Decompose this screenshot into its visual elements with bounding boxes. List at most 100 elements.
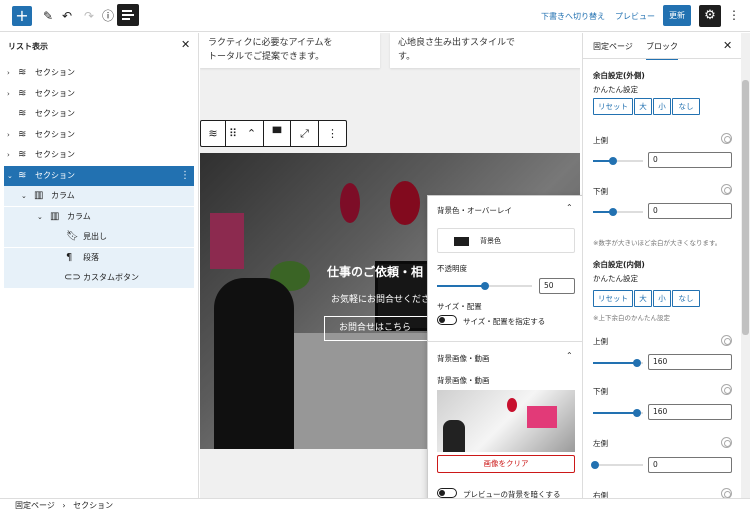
update-button[interactable]: 更新 [663, 5, 691, 26]
left-slider[interactable] [591, 461, 643, 469]
background-color-button[interactable]: 背景色 [437, 228, 575, 253]
list-item[interactable]: › ≋ セクション [4, 145, 194, 165]
inner-bottom-slider[interactable] [593, 409, 643, 417]
chevron-down-icon[interactable]: ⌄ [37, 207, 43, 227]
outer-bottom-slider[interactable] [593, 208, 643, 216]
background-image-thumbnail[interactable] [437, 390, 575, 452]
breadcrumb: 固定ページ › セクション [0, 498, 750, 513]
chevron-up-icon[interactable]: ⌃ [566, 203, 573, 212]
scrollbar-thumb[interactable] [742, 80, 749, 335]
reset-icon[interactable] [721, 184, 732, 195]
fullscreen-icon[interactable]: ⤢ [291, 121, 319, 146]
contact-button[interactable]: お問合せはこちら [324, 316, 434, 341]
left-input[interactable]: 0 [648, 457, 732, 473]
list-item[interactable]: ≋ セクション [4, 104, 194, 124]
slider-fill [437, 285, 485, 287]
list-view-toggle-button[interactable] [117, 4, 139, 26]
list-item[interactable]: 🔖︎ 見出し [4, 227, 194, 247]
inner-easy-label: かんたん設定 [593, 274, 638, 283]
block-toolbar: ≋ ⠿ ⌃ ▀ ⤢ ⋮ [200, 120, 347, 147]
feature-card[interactable]: 心地良さ生み出すスタイルで す。 [390, 33, 580, 68]
opacity-slider[interactable] [437, 282, 532, 290]
drag-handle-icon[interactable]: ⠿ [226, 121, 240, 146]
settings-gear-icon[interactable]: ⚙ [699, 5, 721, 27]
inner-bottom-label: 下側 [593, 387, 608, 396]
none-button[interactable]: なし [672, 98, 700, 115]
columns-icon: ▥ [34, 190, 44, 201]
reset-icon[interactable] [721, 133, 732, 144]
pencil-icon[interactable]: ✎ [39, 7, 57, 25]
close-icon[interactable]: ✕ [723, 39, 732, 52]
size-position-label: サイズ・配置 [437, 302, 482, 311]
inner-bottom-input[interactable]: 160 [648, 404, 732, 420]
chevron-right-icon[interactable]: › [7, 63, 10, 83]
chevron-down-icon[interactable]: ⌄ [21, 186, 27, 206]
chevron-right-icon[interactable]: › [7, 145, 10, 165]
reset-icon[interactable] [721, 384, 732, 395]
left-label: 左側 [593, 439, 608, 448]
chevron-down-icon[interactable]: ⌄ [7, 166, 13, 186]
list-item-selected[interactable]: ⌄ ≋ セクション ⋮ [4, 166, 194, 186]
list-item[interactable]: ¶ 段落 [4, 248, 194, 268]
stack-icon: ≋ [18, 108, 27, 119]
none-button[interactable]: なし [672, 290, 700, 307]
small-button[interactable]: 小 [653, 290, 671, 307]
inner-top-slider[interactable] [593, 359, 643, 367]
stack-icon: ≋ [18, 170, 27, 181]
clear-image-button[interactable]: 画像をクリア [437, 455, 575, 473]
outer-top-input[interactable]: 0 [648, 152, 732, 168]
list-item[interactable]: ⌄ ▥ カラム [4, 207, 194, 227]
list-item[interactable]: ⌄ ▥ カラム [4, 186, 194, 206]
reset-icon[interactable] [721, 335, 732, 346]
breadcrumb-current[interactable]: セクション [73, 501, 113, 510]
chevron-up-icon[interactable]: ⌃ [566, 351, 573, 360]
size-position-toggle[interactable] [437, 315, 457, 325]
outer-top-slider[interactable] [593, 157, 643, 165]
hero-paragraph[interactable]: お気軽にお問合せくださ [331, 292, 430, 305]
tab-page[interactable]: 固定ページ [593, 41, 633, 52]
hero-heading[interactable]: 仕事のご依頼・相 [327, 263, 423, 280]
background-image-section-title[interactable]: 背景画像・動画 [437, 353, 490, 364]
inner-top-input[interactable]: 160 [648, 354, 732, 370]
background-image-label: 背景画像・動画 [437, 376, 490, 385]
breadcrumb-root[interactable]: 固定ページ [15, 501, 55, 510]
list-item[interactable]: › ≋ セクション [4, 63, 194, 83]
slider-knob[interactable] [480, 282, 489, 290]
chevron-right-icon[interactable]: › [7, 125, 10, 145]
sidebar-scrollbar[interactable] [741, 33, 750, 498]
block-settings-panel: 固定ページ ブロック ✕ 余白設定(外側) かんたん設定 リセット大小なし 上側… [582, 33, 750, 498]
close-icon[interactable]: ✕ [181, 38, 190, 51]
chevron-right-icon[interactable]: › [7, 84, 10, 104]
list-item[interactable]: › ≋ セクション [4, 84, 194, 104]
opacity-input[interactable]: 50 [539, 278, 575, 294]
link-icon: ⊂⊃ [64, 272, 81, 283]
list-item[interactable]: › ≋ セクション [4, 125, 194, 145]
background-color-section-title[interactable]: 背景色・オーバーレイ [437, 205, 512, 216]
add-block-button[interactable]: + [12, 6, 32, 26]
info-icon[interactable]: ⓘ [99, 7, 117, 25]
darken-preview-toggle[interactable] [437, 488, 457, 498]
move-up-down-icon[interactable]: ⌃ [240, 121, 264, 146]
reset-icon[interactable] [721, 437, 732, 448]
divider [428, 341, 583, 342]
undo-icon[interactable]: ↶ [58, 7, 76, 25]
breadcrumb-separator: › [62, 501, 66, 510]
reset-button[interactable]: リセット [593, 98, 633, 115]
large-button[interactable]: 大 [634, 98, 652, 115]
more-options-icon[interactable]: ⋮ [728, 8, 740, 22]
outer-bottom-input[interactable]: 0 [648, 203, 732, 219]
redo-icon[interactable]: ↷ [80, 7, 98, 25]
stack-icon[interactable]: ≋ [201, 121, 226, 146]
preview-link[interactable]: プレビュー [615, 11, 655, 22]
small-button[interactable]: 小 [653, 98, 671, 115]
large-button[interactable]: 大 [634, 290, 652, 307]
align-icon[interactable]: ▀ [264, 121, 291, 146]
inner-top-label: 上側 [593, 337, 608, 346]
reset-icon[interactable] [721, 488, 732, 498]
switch-to-draft-link[interactable]: 下書きへ切り替え [541, 11, 605, 22]
more-options-icon[interactable]: ⋮ [180, 166, 190, 186]
list-item[interactable]: ⊂⊃ カスタムボタン [4, 268, 194, 288]
more-options-icon[interactable]: ⋮ [319, 121, 346, 146]
feature-card[interactable]: ラクティクに必要なアイテムを トータルでご提案できます。 [200, 33, 380, 68]
reset-button[interactable]: リセット [593, 290, 633, 307]
